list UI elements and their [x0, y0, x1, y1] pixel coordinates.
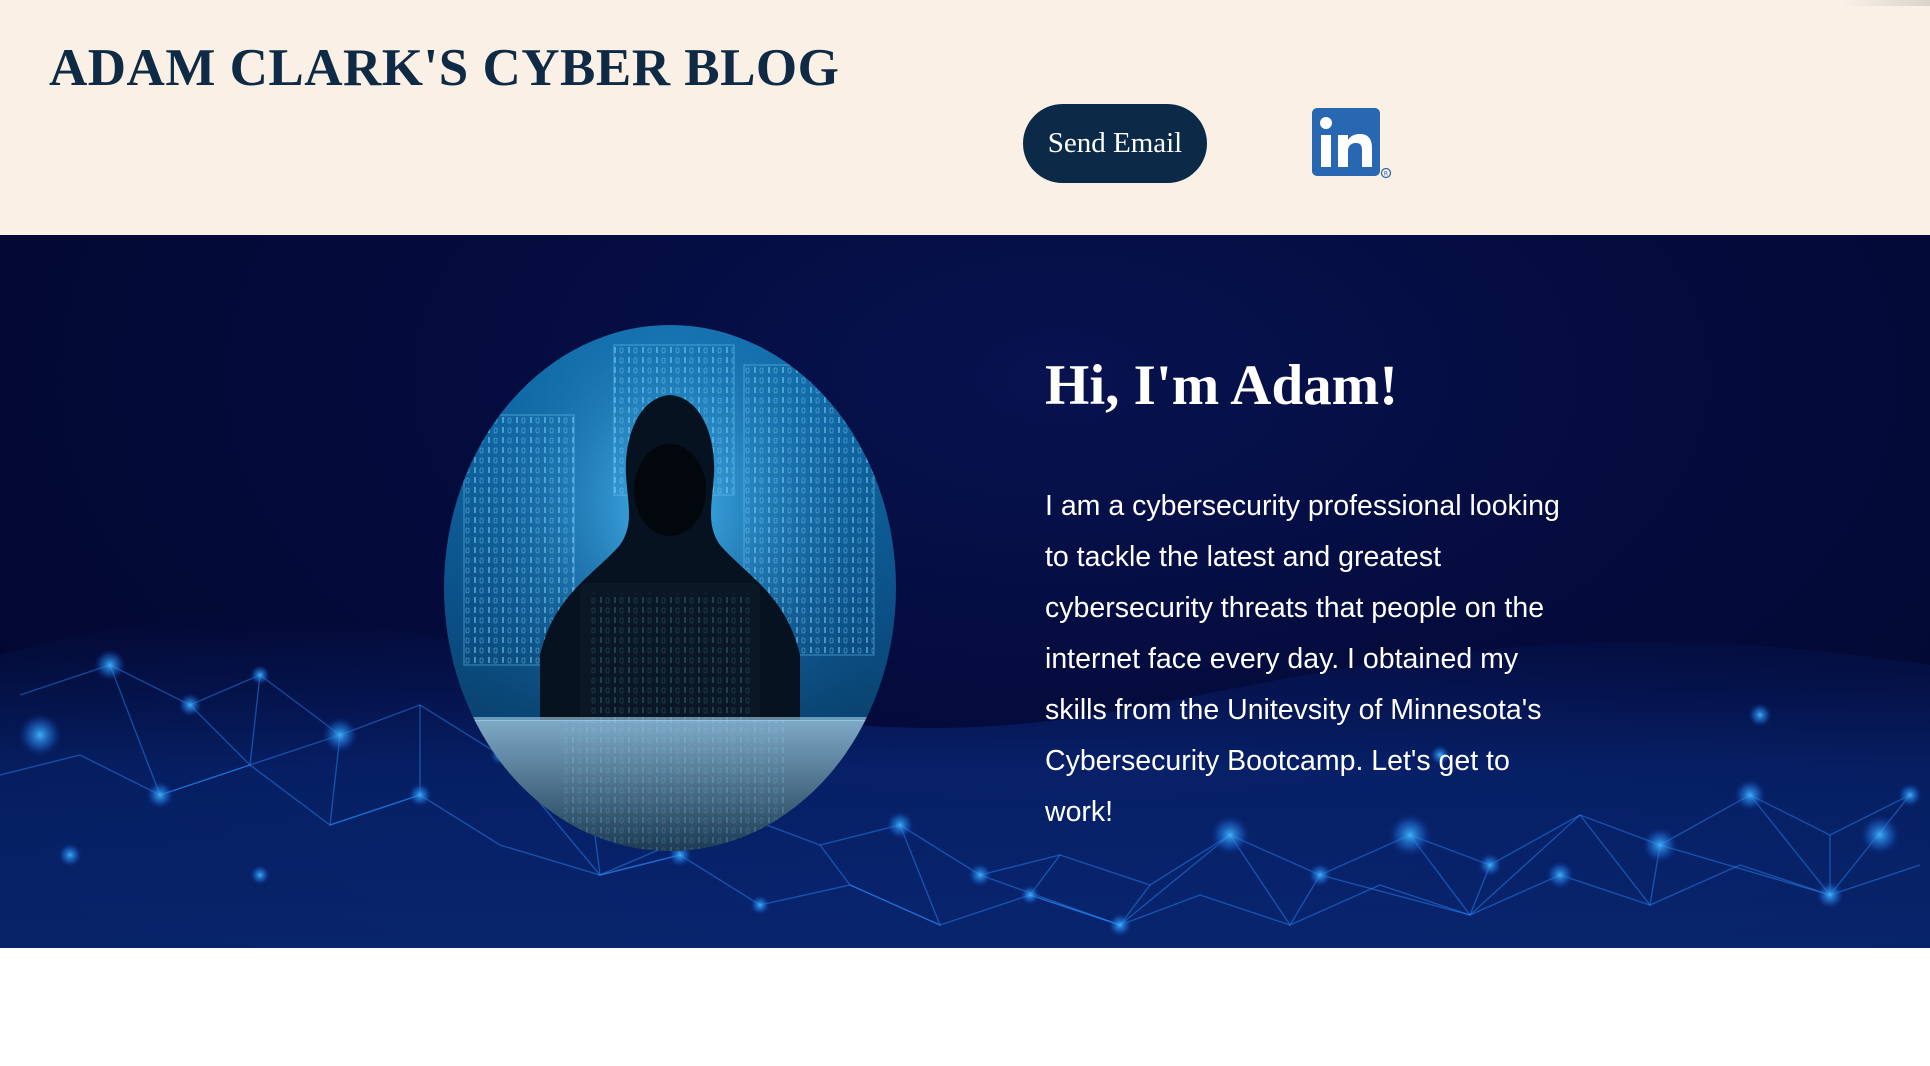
hero-bio: I am a cybersecurity professional lookin… — [1045, 490, 1560, 828]
svg-text:R: R — [1384, 171, 1388, 178]
linkedin-link[interactable]: R — [1310, 106, 1394, 180]
page-content-area — [0, 948, 1930, 1066]
network-mesh-background — [0, 617, 1930, 948]
hero-section: Hi, I'm Adam! I am a cybersecurity profe… — [0, 235, 1930, 948]
site-title: ADAM CLARK'S CYBER BLOG — [49, 39, 840, 97]
hooded-hacker-image — [444, 325, 896, 851]
send-email-button[interactable]: Send Email — [1023, 104, 1207, 183]
linkedin-icon: R — [1312, 108, 1392, 179]
corner-shadow — [1840, 0, 1930, 6]
hero-greeting: Hi, I'm Adam! — [1045, 354, 1399, 417]
site-header: ADAM CLARK'S CYBER BLOG Send Email R — [0, 0, 1930, 235]
